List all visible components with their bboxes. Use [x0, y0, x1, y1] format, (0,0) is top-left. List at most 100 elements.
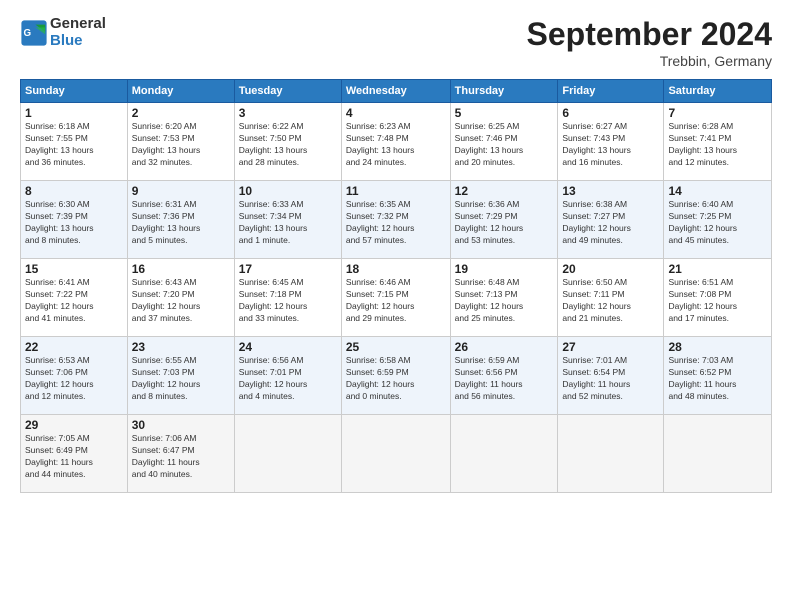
table-row — [234, 415, 341, 493]
table-row: 28Sunrise: 7:03 AM Sunset: 6:52 PM Dayli… — [664, 337, 772, 415]
table-row: 24Sunrise: 6:56 AM Sunset: 7:01 PM Dayli… — [234, 337, 341, 415]
logo-icon: G — [20, 19, 48, 47]
day-info: Sunrise: 6:51 AM Sunset: 7:08 PM Dayligh… — [668, 277, 767, 325]
day-number: 30 — [132, 418, 230, 432]
day-number: 1 — [25, 106, 123, 120]
svg-text:G: G — [24, 27, 32, 38]
table-row: 9Sunrise: 6:31 AM Sunset: 7:36 PM Daylig… — [127, 181, 234, 259]
calendar-week-row: 22Sunrise: 6:53 AM Sunset: 7:06 PM Dayli… — [21, 337, 772, 415]
table-row: 3Sunrise: 6:22 AM Sunset: 7:50 PM Daylig… — [234, 103, 341, 181]
day-number: 6 — [562, 106, 659, 120]
day-number: 7 — [668, 106, 767, 120]
table-row: 10Sunrise: 6:33 AM Sunset: 7:34 PM Dayli… — [234, 181, 341, 259]
page: G General Blue September 2024 Trebbin, G… — [0, 0, 792, 612]
day-number: 29 — [25, 418, 123, 432]
table-row: 22Sunrise: 6:53 AM Sunset: 7:06 PM Dayli… — [21, 337, 128, 415]
day-info: Sunrise: 6:50 AM Sunset: 7:11 PM Dayligh… — [562, 277, 659, 325]
col-monday: Monday — [127, 80, 234, 103]
calendar-week-row: 8Sunrise: 6:30 AM Sunset: 7:39 PM Daylig… — [21, 181, 772, 259]
day-number: 16 — [132, 262, 230, 276]
day-info: Sunrise: 6:59 AM Sunset: 6:56 PM Dayligh… — [455, 355, 554, 403]
calendar-table: Sunday Monday Tuesday Wednesday Thursday… — [20, 79, 772, 493]
calendar-week-row: 15Sunrise: 6:41 AM Sunset: 7:22 PM Dayli… — [21, 259, 772, 337]
table-row: 21Sunrise: 6:51 AM Sunset: 7:08 PM Dayli… — [664, 259, 772, 337]
day-number: 13 — [562, 184, 659, 198]
table-row: 15Sunrise: 6:41 AM Sunset: 7:22 PM Dayli… — [21, 259, 128, 337]
table-row: 27Sunrise: 7:01 AM Sunset: 6:54 PM Dayli… — [558, 337, 664, 415]
logo-text-general: General — [50, 16, 106, 33]
table-row: 23Sunrise: 6:55 AM Sunset: 7:03 PM Dayli… — [127, 337, 234, 415]
col-thursday: Thursday — [450, 80, 558, 103]
day-number: 26 — [455, 340, 554, 354]
day-number: 4 — [346, 106, 446, 120]
day-number: 15 — [25, 262, 123, 276]
day-info: Sunrise: 6:55 AM Sunset: 7:03 PM Dayligh… — [132, 355, 230, 403]
table-row: 6Sunrise: 6:27 AM Sunset: 7:43 PM Daylig… — [558, 103, 664, 181]
table-row: 8Sunrise: 6:30 AM Sunset: 7:39 PM Daylig… — [21, 181, 128, 259]
day-info: Sunrise: 6:43 AM Sunset: 7:20 PM Dayligh… — [132, 277, 230, 325]
day-number: 25 — [346, 340, 446, 354]
day-info: Sunrise: 6:56 AM Sunset: 7:01 PM Dayligh… — [239, 355, 337, 403]
table-row: 17Sunrise: 6:45 AM Sunset: 7:18 PM Dayli… — [234, 259, 341, 337]
day-info: Sunrise: 6:27 AM Sunset: 7:43 PM Dayligh… — [562, 121, 659, 169]
day-number: 14 — [668, 184, 767, 198]
table-row: 12Sunrise: 6:36 AM Sunset: 7:29 PM Dayli… — [450, 181, 558, 259]
day-info: Sunrise: 6:38 AM Sunset: 7:27 PM Dayligh… — [562, 199, 659, 247]
title-area: September 2024 Trebbin, Germany — [527, 16, 772, 69]
table-row: 7Sunrise: 6:28 AM Sunset: 7:41 PM Daylig… — [664, 103, 772, 181]
col-friday: Friday — [558, 80, 664, 103]
table-row: 20Sunrise: 6:50 AM Sunset: 7:11 PM Dayli… — [558, 259, 664, 337]
day-info: Sunrise: 6:40 AM Sunset: 7:25 PM Dayligh… — [668, 199, 767, 247]
day-number: 12 — [455, 184, 554, 198]
table-row: 18Sunrise: 6:46 AM Sunset: 7:15 PM Dayli… — [341, 259, 450, 337]
table-row: 30Sunrise: 7:06 AM Sunset: 6:47 PM Dayli… — [127, 415, 234, 493]
day-info: Sunrise: 6:31 AM Sunset: 7:36 PM Dayligh… — [132, 199, 230, 247]
table-row — [664, 415, 772, 493]
calendar-header-row: Sunday Monday Tuesday Wednesday Thursday… — [21, 80, 772, 103]
day-info: Sunrise: 6:48 AM Sunset: 7:13 PM Dayligh… — [455, 277, 554, 325]
day-info: Sunrise: 6:23 AM Sunset: 7:48 PM Dayligh… — [346, 121, 446, 169]
day-info: Sunrise: 6:58 AM Sunset: 6:59 PM Dayligh… — [346, 355, 446, 403]
day-number: 3 — [239, 106, 337, 120]
table-row: 29Sunrise: 7:05 AM Sunset: 6:49 PM Dayli… — [21, 415, 128, 493]
table-row: 26Sunrise: 6:59 AM Sunset: 6:56 PM Dayli… — [450, 337, 558, 415]
table-row: 19Sunrise: 6:48 AM Sunset: 7:13 PM Dayli… — [450, 259, 558, 337]
day-number: 9 — [132, 184, 230, 198]
day-info: Sunrise: 6:45 AM Sunset: 7:18 PM Dayligh… — [239, 277, 337, 325]
table-row: 4Sunrise: 6:23 AM Sunset: 7:48 PM Daylig… — [341, 103, 450, 181]
day-number: 8 — [25, 184, 123, 198]
day-number: 18 — [346, 262, 446, 276]
col-wednesday: Wednesday — [341, 80, 450, 103]
day-number: 22 — [25, 340, 123, 354]
day-info: Sunrise: 6:28 AM Sunset: 7:41 PM Dayligh… — [668, 121, 767, 169]
table-row — [450, 415, 558, 493]
day-info: Sunrise: 7:06 AM Sunset: 6:47 PM Dayligh… — [132, 433, 230, 481]
day-info: Sunrise: 6:20 AM Sunset: 7:53 PM Dayligh… — [132, 121, 230, 169]
day-info: Sunrise: 6:41 AM Sunset: 7:22 PM Dayligh… — [25, 277, 123, 325]
col-saturday: Saturday — [664, 80, 772, 103]
table-row: 2Sunrise: 6:20 AM Sunset: 7:53 PM Daylig… — [127, 103, 234, 181]
table-row: 1Sunrise: 6:18 AM Sunset: 7:55 PM Daylig… — [21, 103, 128, 181]
day-number: 27 — [562, 340, 659, 354]
day-number: 24 — [239, 340, 337, 354]
day-number: 5 — [455, 106, 554, 120]
table-row: 25Sunrise: 6:58 AM Sunset: 6:59 PM Dayli… — [341, 337, 450, 415]
day-number: 19 — [455, 262, 554, 276]
day-info: Sunrise: 6:25 AM Sunset: 7:46 PM Dayligh… — [455, 121, 554, 169]
col-sunday: Sunday — [21, 80, 128, 103]
table-row: 13Sunrise: 6:38 AM Sunset: 7:27 PM Dayli… — [558, 181, 664, 259]
table-row: 5Sunrise: 6:25 AM Sunset: 7:46 PM Daylig… — [450, 103, 558, 181]
calendar-week-row: 1Sunrise: 6:18 AM Sunset: 7:55 PM Daylig… — [21, 103, 772, 181]
day-info: Sunrise: 6:53 AM Sunset: 7:06 PM Dayligh… — [25, 355, 123, 403]
day-number: 2 — [132, 106, 230, 120]
day-number: 21 — [668, 262, 767, 276]
day-info: Sunrise: 6:22 AM Sunset: 7:50 PM Dayligh… — [239, 121, 337, 169]
location: Trebbin, Germany — [527, 53, 772, 69]
day-number: 28 — [668, 340, 767, 354]
month-title: September 2024 — [527, 16, 772, 53]
table-row — [341, 415, 450, 493]
day-info: Sunrise: 6:46 AM Sunset: 7:15 PM Dayligh… — [346, 277, 446, 325]
day-info: Sunrise: 6:30 AM Sunset: 7:39 PM Dayligh… — [25, 199, 123, 247]
day-info: Sunrise: 6:35 AM Sunset: 7:32 PM Dayligh… — [346, 199, 446, 247]
day-info: Sunrise: 6:36 AM Sunset: 7:29 PM Dayligh… — [455, 199, 554, 247]
